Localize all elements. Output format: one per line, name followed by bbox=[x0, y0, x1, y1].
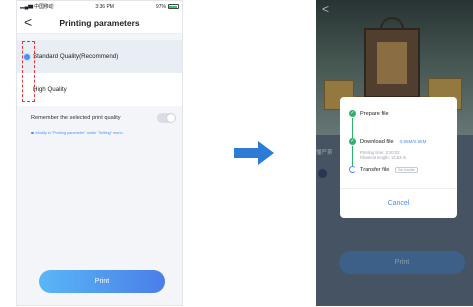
info-dot-icon bbox=[31, 131, 34, 135]
cancel-button[interactable]: Cancel bbox=[340, 189, 457, 218]
step-label: Download file bbox=[360, 138, 394, 145]
carrier-label: ▂▄▆ 中国移动 bbox=[20, 4, 54, 10]
step-label: Prepare file bbox=[360, 110, 389, 117]
filament-length: Filament length: 13.53 m bbox=[360, 155, 407, 160]
check-icon: ✓ bbox=[349, 138, 356, 145]
option-standard-quality[interactable]: Standard Quality(Recommend) bbox=[17, 40, 182, 73]
step-prepare-file: ✓ Prepare file bbox=[349, 110, 389, 117]
print-progress-screen: < 懂严茶 Print ✓ Prepare file ✓ Download fi… bbox=[316, 0, 473, 306]
progress-connector bbox=[352, 146, 353, 166]
back-button[interactable]: < bbox=[24, 14, 32, 30]
option-high-quality[interactable]: High Quality bbox=[17, 73, 182, 106]
battery-icon bbox=[167, 4, 179, 9]
option-label: High Quality bbox=[33, 86, 67, 93]
remember-quality-row: Remember the selected print quality bbox=[31, 113, 176, 123]
comparison-figure: ▂▄▆ 中国移动 3:36 PM 97% < Printing paramete… bbox=[0, 0, 473, 307]
step-label: Transfer file bbox=[360, 166, 390, 173]
radio-highlight-annotation bbox=[22, 41, 35, 102]
step-transfer-file: Transfer file Be insulle bbox=[349, 166, 418, 173]
remember-label: Remember the selected print quality bbox=[31, 115, 121, 121]
status-right: 97% bbox=[156, 4, 179, 10]
option-label: Standard Quality(Recommend) bbox=[33, 53, 119, 60]
status-bar: ▂▄▆ 中国移动 3:36 PM 97% bbox=[17, 1, 182, 12]
printing-parameters-screen: ▂▄▆ 中国移动 3:36 PM 97% < Printing paramete… bbox=[16, 0, 183, 306]
print-progress-dialog: ✓ Prepare file ✓ Download file 0.95M/0.9… bbox=[340, 97, 457, 218]
page-title: Printing parameters bbox=[59, 17, 140, 28]
nav-bar: < Printing parameters bbox=[17, 12, 182, 34]
clock: 3:36 PM bbox=[95, 3, 114, 10]
download-size: 0.95M/0.95M bbox=[399, 139, 427, 144]
settings-hint: Modify in "Printing parameter" under "Se… bbox=[31, 131, 123, 135]
check-icon: ✓ bbox=[349, 110, 356, 117]
step-download-file: ✓ Download file 0.95M/0.95M bbox=[349, 138, 426, 145]
hint-text: Modify in "Printing parameter" under "Se… bbox=[35, 131, 123, 135]
print-button[interactable]: Print bbox=[39, 270, 165, 293]
right-arrow-icon bbox=[234, 141, 274, 165]
print-details: Printing time: 2:20:02 Filament length: … bbox=[360, 150, 406, 160]
status-badge: Be insulle bbox=[395, 166, 418, 173]
battery-percent: 97% bbox=[155, 3, 166, 10]
loading-spinner-icon bbox=[349, 166, 356, 173]
remember-toggle[interactable] bbox=[157, 113, 176, 123]
progress-connector bbox=[352, 118, 353, 138]
